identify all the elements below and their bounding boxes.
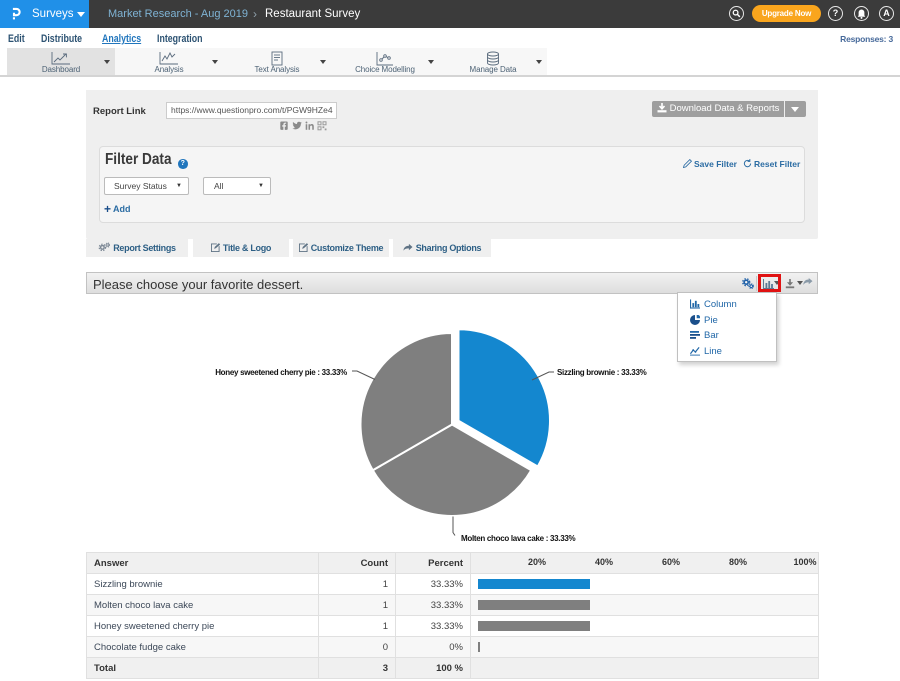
svg-text:Honey sweetened cherry pie : 3: Honey sweetened cherry pie : 33.33% xyxy=(215,368,347,377)
svg-text:Sizzling brownie : 33.33%: Sizzling brownie : 33.33% xyxy=(557,368,647,377)
svg-text:Molten choco lava cake : 33.33: Molten choco lava cake : 33.33% xyxy=(461,534,575,543)
